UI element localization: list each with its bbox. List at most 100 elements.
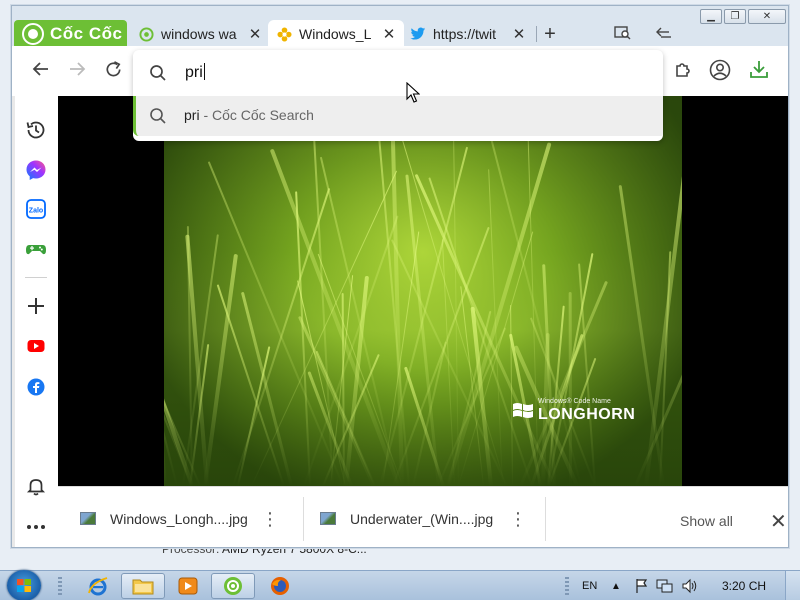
mouse-pointer-icon <box>406 82 420 103</box>
tab-windows-longhorn[interactable]: Windows_L ✕ <box>268 20 404 48</box>
extensions-button[interactable] <box>670 59 696 85</box>
svg-text:Zalo: Zalo <box>29 208 43 215</box>
coccoc-menu-button[interactable]: Cốc Cốc <box>14 20 127 48</box>
grass-blade <box>404 365 446 486</box>
show-desktop-button[interactable] <box>785 571 800 600</box>
youtube-icon <box>27 340 45 352</box>
suggestion-text: pri - Cốc Cốc Search <box>184 107 314 123</box>
tab-label: https://twit <box>433 26 497 42</box>
tab-twitter[interactable]: https://twit ✕ <box>402 20 534 48</box>
search-icon <box>150 65 166 81</box>
reload-button[interactable] <box>101 60 125 84</box>
windows-flag-icon <box>513 403 533 418</box>
firefox-icon <box>271 577 289 595</box>
show-hidden-icons-button[interactable]: ▲ <box>611 571 621 600</box>
profile-icon <box>709 59 731 81</box>
brand-label: Cốc Cốc <box>50 24 123 43</box>
internet-explorer-icon <box>88 577 108 596</box>
show-all-downloads-link[interactable]: Show all <box>680 513 733 529</box>
download-divider <box>303 497 304 541</box>
language-indicator[interactable]: EN <box>582 571 597 600</box>
twitter-icon <box>410 26 426 42</box>
grass-blade <box>427 176 533 486</box>
reload-icon <box>106 61 121 77</box>
sidebar-notifications-button[interactable] <box>24 474 48 498</box>
sidebar-facebook-button[interactable] <box>24 375 48 399</box>
grass-blade <box>411 341 447 486</box>
download-item[interactable]: Underwater_(Win....jpg ⋮ <box>320 487 528 547</box>
sidebar-more-button[interactable] <box>24 515 48 539</box>
omnibox[interactable]: pri pri - Cốc Cốc Search <box>133 50 663 141</box>
close-downloads-bar-icon[interactable]: ✕ <box>770 509 787 534</box>
coccoc-logo-icon <box>22 23 44 45</box>
back-arrows-icon[interactable] <box>655 26 673 42</box>
network-icon[interactable] <box>656 571 674 600</box>
page-content: Windows® Code Name LONGHORN <box>58 96 788 486</box>
tab-windows-wallpaper[interactable]: windows wa ✕ <box>130 20 270 48</box>
omnibox-input-row[interactable]: pri <box>133 50 663 96</box>
sidebar-zalo-button[interactable]: Zalo <box>24 197 48 221</box>
watermark-title: LONGHORN <box>538 406 636 423</box>
omnibox-text[interactable]: pri <box>185 63 205 82</box>
volume-icon[interactable] <box>681 571 699 600</box>
coccoc-icon <box>224 577 242 595</box>
forward-arrow-icon <box>70 62 86 76</box>
sidebar-history-button[interactable] <box>24 118 48 142</box>
download-filename: Windows_Longh....jpg <box>110 510 248 527</box>
longhorn-wallpaper-image: Windows® Code Name LONGHORN <box>164 96 682 486</box>
omnibox-suggestion[interactable]: pri - Cốc Cốc Search <box>133 96 663 136</box>
more-dots-icon <box>27 525 45 529</box>
tab-label: Windows_L <box>299 26 372 42</box>
bell-icon <box>26 479 46 496</box>
messenger-icon <box>26 160 46 180</box>
flower-icon <box>276 26 292 42</box>
taskbar-internet-explorer[interactable] <box>76 573 120 599</box>
sidebar-messenger-button[interactable] <box>24 158 48 182</box>
downloads-button[interactable] <box>746 59 772 85</box>
taskbar-firefox[interactable] <box>258 573 302 599</box>
grass-blade <box>216 283 286 486</box>
sidebar-add-button[interactable] <box>24 294 48 318</box>
start-button[interactable] <box>7 570 41 600</box>
suggestion-query: pri <box>184 107 200 123</box>
sidebar-edge <box>12 96 15 547</box>
tab-search-icon[interactable] <box>614 26 632 42</box>
sidebar-games-button[interactable] <box>24 237 48 261</box>
download-options-icon[interactable]: ⋮ <box>260 510 280 528</box>
close-tab-icon[interactable]: ✕ <box>510 25 528 43</box>
back-button[interactable] <box>29 60 53 84</box>
download-item[interactable]: Windows_Longh....jpg ⋮ <box>80 487 280 547</box>
taskbar-media-player[interactable] <box>166 573 210 599</box>
maximize-button[interactable]: ❐ <box>724 9 746 24</box>
sidebar: Zalo <box>12 96 58 547</box>
forward-button[interactable] <box>65 60 89 84</box>
taskbar-coccoc-browser[interactable] <box>211 573 255 599</box>
gamepad-icon <box>26 245 46 255</box>
grass-blade <box>618 184 665 486</box>
close-tab-icon[interactable]: ✕ <box>246 25 264 43</box>
taskbar-clock[interactable]: 3:20 CH <box>722 579 766 593</box>
window-controls: ▁ ❐ ✕ <box>700 9 786 24</box>
new-tab-button[interactable]: + <box>540 24 560 44</box>
sidebar-youtube-button[interactable] <box>24 334 48 358</box>
download-filename: Underwater_(Win....jpg <box>350 510 494 527</box>
taskbar-file-explorer[interactable] <box>121 573 165 599</box>
text-caret <box>203 63 205 80</box>
zalo-icon: Zalo <box>26 199 46 219</box>
close-window-button[interactable]: ✕ <box>748 9 786 24</box>
taskbar-grip <box>58 577 62 595</box>
facebook-icon <box>27 378 45 396</box>
profile-button[interactable] <box>707 59 733 85</box>
download-options-icon[interactable]: ⋮ <box>508 510 528 528</box>
image-file-icon <box>80 512 96 525</box>
tab-strip: Cốc Cốc windows wa ✕ Windows_L ✕ https:/… <box>12 6 788 48</box>
action-center-flag-icon[interactable] <box>634 571 650 600</box>
omnibox-typed-text: pri <box>185 64 203 81</box>
tab-divider <box>536 26 537 42</box>
language-code: EN <box>582 580 598 592</box>
minimize-button[interactable]: ▁ <box>700 9 722 24</box>
close-tab-icon[interactable]: ✕ <box>380 25 398 43</box>
suggestion-engine: - Cốc Cốc Search <box>199 107 314 123</box>
windows-taskbar: EN ▲ 3:20 CH <box>0 570 800 600</box>
downloads-bar: Windows_Longh....jpg ⋮ Underwater_(Win..… <box>58 486 788 547</box>
